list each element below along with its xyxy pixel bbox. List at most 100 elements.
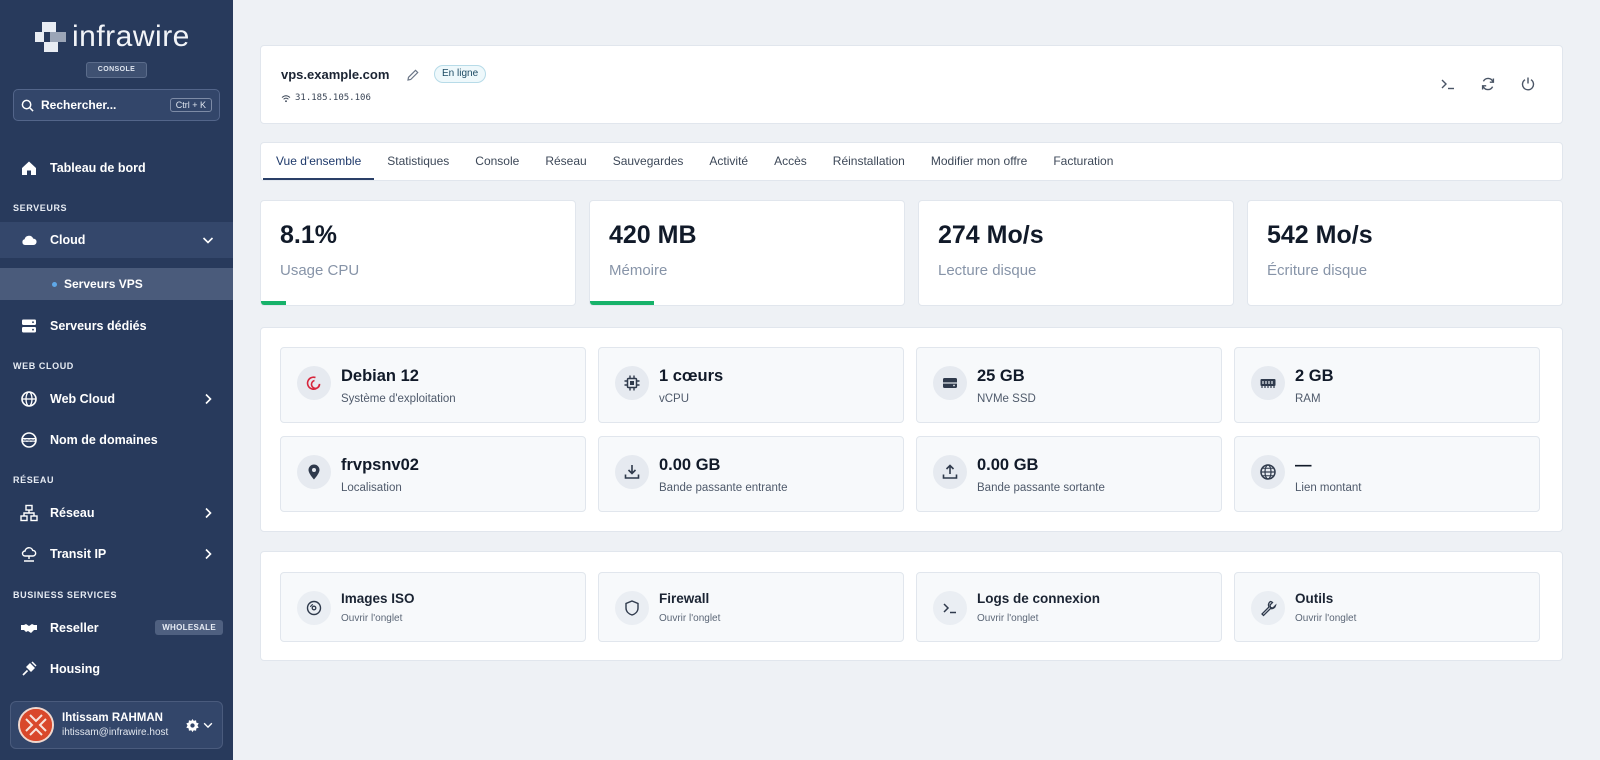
search-icon [21,99,34,112]
active-dot-icon [52,281,57,287]
metric-value: 8.1% [280,221,337,249]
tool-title: Firewall [659,591,710,606]
restart-button[interactable] [1478,74,1498,94]
sidebar-item-transit[interactable]: Transit IP [0,536,233,572]
chevron-right-icon [205,548,212,560]
section-label-webcloud: WEB CLOUD [13,361,74,371]
spec-value: 1 cœurs [659,367,724,385]
tool-subtitle: Ouvrir l'onglet [341,613,403,624]
gear-icon[interactable] [185,718,200,733]
sidebar-item-housing[interactable]: Housing [0,651,233,687]
sidebar-item-label: Réseau [50,506,95,520]
sidebar-item-webcloud[interactable]: Web Cloud [0,381,233,417]
tool-subtitle: Ouvrir l'onglet [1295,613,1357,624]
tab-access[interactable]: Accès [761,143,820,180]
metric-value: 542 Mo/s [1267,221,1373,249]
tool-connection-logs[interactable]: Logs de connexion Ouvrir l'onglet [916,572,1222,642]
tab-statistics[interactable]: Statistiques [374,143,462,180]
spec-bandwidth-in: 0.00 GB Bande passante entrante [598,436,904,512]
tool-iso-images[interactable]: Images ISO Ouvrir l'onglet [280,572,586,642]
metric-value: 420 MB [609,221,697,249]
sidebar-item-reseller[interactable]: Reseller WHOLESALE [0,610,233,646]
tab-billing[interactable]: Facturation [1040,143,1126,180]
tab-reinstall[interactable]: Réinstallation [820,143,918,180]
spec-value: 0.00 GB [977,456,1039,474]
spec-uplink: — Lien montant [1234,436,1540,512]
tool-subtitle: Ouvrir l'onglet [977,613,1039,624]
usage-bar [261,301,287,305]
spec-label: Lien montant [1295,482,1362,494]
tab-console[interactable]: Console [462,143,532,180]
spec-label: NVMe SSD [977,393,1036,405]
spec-vcpu: 1 cœurs vCPU [598,347,904,423]
tab-change-plan[interactable]: Modifier mon offre [918,143,1041,180]
user-name: Ihtissam RAHMAN [62,712,163,724]
sidebar-item-network[interactable]: Réseau [0,495,233,531]
chevron-down-icon [202,237,214,244]
sidebar-item-dedicated[interactable]: Serveurs dédiés [0,308,233,344]
tab-network[interactable]: Réseau [532,143,599,180]
spec-label: Localisation [341,482,402,494]
server-icon [20,317,38,335]
sidebar-item-cloud[interactable]: Cloud [0,222,233,258]
server-specs: Debian 12 Système d'exploitation 1 cœurs… [260,327,1563,532]
terminal-icon [933,591,967,625]
network-icon [20,504,38,522]
sidebar-item-label: Transit IP [50,547,107,561]
plug-icon [20,660,38,678]
debian-icon [297,366,331,400]
user-card[interactable]: Ihtissam RAHMAN ihtissam@infrawire.host [10,701,223,749]
search-shortcut: Ctrl + K [169,98,212,112]
tool-utilities[interactable]: Outils Ouvrir l'onglet [1234,572,1540,642]
chevron-down-icon[interactable] [202,719,214,731]
metric-disk-read: 274 Mo/s Lecture disque [918,200,1234,306]
sidebar-item-domains[interactable]: WWW Nom de domaines [0,422,233,458]
quick-tools: Images ISO Ouvrir l'onglet Firewall Ouvr… [260,551,1563,661]
metric-value: 274 Mo/s [938,221,1044,249]
tool-subtitle: Ouvrir l'onglet [659,613,721,624]
handshake-icon [20,619,38,637]
terminal-button[interactable] [1438,74,1458,94]
console-badge: CONSOLE [86,62,147,78]
globe-icon [20,390,38,408]
spec-label: Bande passante entrante [659,482,788,494]
wrench-icon [1251,591,1285,625]
chevron-right-icon [205,393,212,405]
sidebar-item-vps[interactable]: Serveurs VPS [0,268,233,300]
brand-logo[interactable]: infrawire [34,20,190,54]
spec-disk: 25 GB NVMe SSD [916,347,1222,423]
sidebar-item-dashboard[interactable]: Tableau de bord [0,150,233,186]
svg-text:WWW: WWW [23,438,35,442]
sidebar-item-label: Serveurs VPS [64,277,143,291]
tool-title: Images ISO [341,591,415,606]
sidebar: infrawire CONSOLE Rechercher... Ctrl + K… [0,0,233,760]
sidebar-item-label: Nom de domaines [50,433,158,447]
pencil-icon[interactable] [406,68,420,82]
section-label-network: RÉSEAU [13,475,55,485]
metric-label: Mémoire [609,262,668,279]
cloud-network-icon [20,545,38,563]
server-header: vps.example.com En ligne 31.185.105.106 [260,45,1563,124]
spec-location: frvpsnv02 Localisation [280,436,586,512]
tab-overview[interactable]: Vue d'ensemble [263,143,375,180]
disc-icon [297,591,331,625]
metric-label: Écriture disque [1267,262,1368,279]
status-badge: En ligne [434,65,487,83]
tool-firewall[interactable]: Firewall Ouvrir l'onglet [598,572,904,642]
home-icon [20,159,38,177]
refresh-icon [1481,77,1495,91]
sidebar-item-label: Cloud [50,233,86,247]
spec-ram: 2 GB RAM [1234,347,1540,423]
tool-title: Logs de connexion [977,591,1101,606]
ram-icon [1251,366,1285,400]
power-icon [1521,77,1535,91]
metric-disk-write: 542 Mo/s Écriture disque [1247,200,1563,306]
search-input[interactable]: Rechercher... Ctrl + K [13,89,220,121]
wifi-icon [281,94,291,102]
sidebar-item-label: Serveurs dédiés [50,319,147,333]
upload-icon [933,455,967,489]
tab-backups[interactable]: Sauvegardes [600,143,697,180]
tab-activity[interactable]: Activité [696,143,761,180]
power-button[interactable] [1518,74,1538,94]
section-label-business: BUSINESS SERVICES [13,590,118,600]
